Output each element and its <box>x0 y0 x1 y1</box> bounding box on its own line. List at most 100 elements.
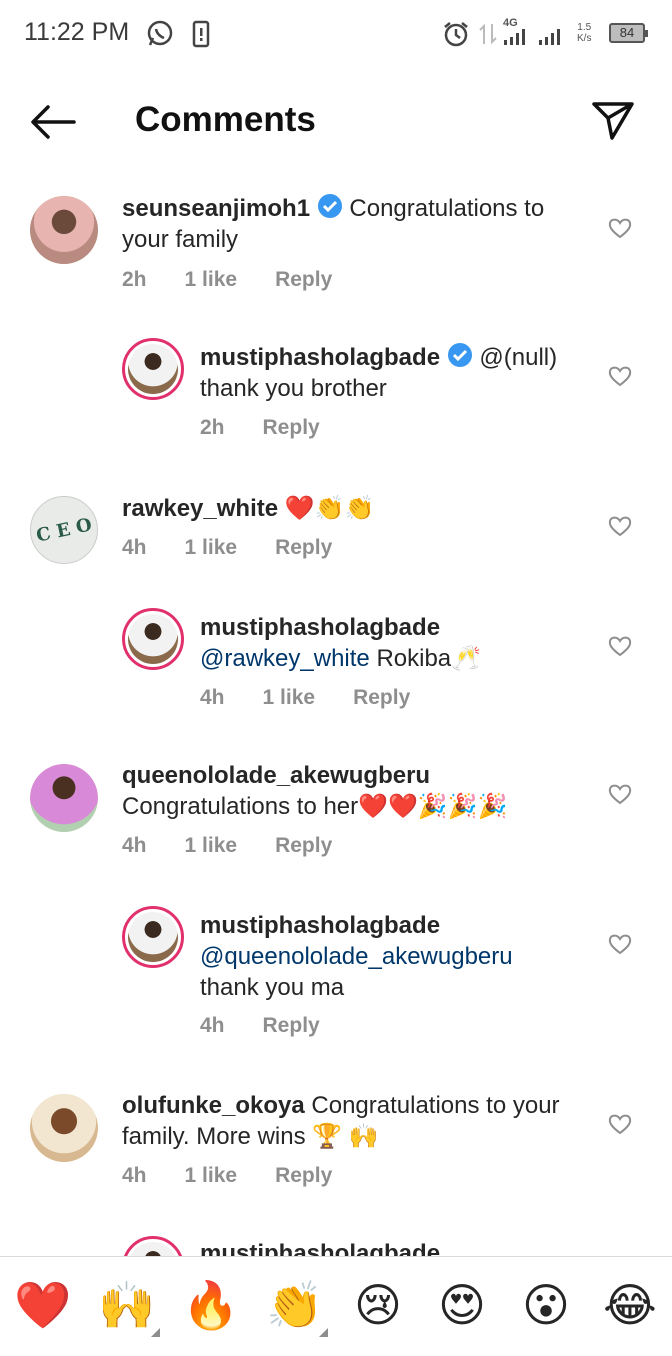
reaction-raising-hands-button[interactable]: 🙌 <box>98 1277 160 1337</box>
like-heart-icon[interactable] <box>608 933 632 955</box>
avatar[interactable] <box>122 1236 184 1256</box>
like-heart-icon[interactable] <box>608 217 632 239</box>
avatar[interactable] <box>122 608 184 670</box>
comment-username[interactable]: mustiphasholagbade <box>200 614 440 641</box>
like-heart-icon[interactable] <box>608 783 632 805</box>
comment-item: C E O rawkey_white ❤️👏👏 4h 1 like Reply <box>0 490 672 580</box>
comment-time: 4h <box>122 1164 147 1187</box>
back-arrow-icon[interactable] <box>30 104 76 140</box>
reply-button[interactable]: Reply <box>275 1164 332 1188</box>
like-heart-icon[interactable] <box>608 635 632 657</box>
reply-button[interactable]: Reply <box>275 536 332 560</box>
comment-username[interactable]: olufunke_okoya <box>122 1092 305 1119</box>
verified-badge-icon <box>447 343 472 367</box>
alarm-icon <box>444 22 468 47</box>
comment-text: mustiphasholagbade @rawkey_white Rokiba🥂 <box>200 612 595 674</box>
reaction-emoji: 👏 <box>266 1279 324 1331</box>
comment-item: queenololade_akewugberu Congratulations … <box>0 760 672 870</box>
comment-body: Congratulations to her❤️❤️🎉🎉🎉 <box>122 793 508 820</box>
network-speed-unit: K/s <box>577 33 592 44</box>
avatar[interactable]: C E O <box>30 496 98 564</box>
reaction-surprised-button[interactable]: 😮 <box>518 1277 574 1333</box>
comment-likes[interactable]: 1 like <box>185 536 238 560</box>
battery-icon: 84 <box>609 23 648 43</box>
reaction-clapping-button[interactable]: 👏 <box>266 1277 328 1337</box>
like-heart-icon[interactable] <box>608 515 632 537</box>
comment-username[interactable]: seunseanjimoh1 <box>122 195 310 222</box>
reply-button[interactable]: Reply <box>263 1014 320 1038</box>
skin-tone-indicator-icon <box>319 1328 328 1337</box>
comment-text: queenololade_akewugberu Congratulations … <box>122 760 592 822</box>
network-speed: 1.5 K/s <box>577 22 591 44</box>
like-heart-icon[interactable] <box>608 365 632 387</box>
skin-tone-indicator-icon <box>151 1328 160 1337</box>
avatar[interactable] <box>122 338 184 400</box>
comment-time: 2h <box>200 416 225 439</box>
reply-item: mustiphasholagbade @rawkey_white Rokiba🥂… <box>0 608 672 718</box>
comment-text: seunseanjimoh1 Congratulations to your f… <box>122 193 592 255</box>
comment-likes[interactable]: 1 like <box>185 1164 238 1188</box>
verified-badge-icon <box>317 194 342 218</box>
comment-username[interactable]: rawkey_white <box>122 495 278 522</box>
avatar[interactable] <box>122 906 184 968</box>
comment-meta: 4h 1 like Reply <box>200 686 448 710</box>
reaction-heart-eyes-button[interactable]: 😍 <box>434 1277 490 1333</box>
partial-reply-item: mustiphasholagbade <box>0 1225 672 1256</box>
like-heart-icon[interactable] <box>608 1113 632 1135</box>
comment-meta: 4h 1 like Reply <box>122 834 370 858</box>
signal-strength-2-icon <box>539 29 560 45</box>
reaction-emoji: 🙌 <box>98 1279 156 1331</box>
comment-item: olufunke_okoya Congratulations to your f… <box>0 1090 672 1200</box>
comment-text: rawkey_white ❤️👏👏 <box>122 493 592 524</box>
comment-username[interactable]: mustiphasholagbade <box>200 344 440 371</box>
comment-body: Rokiba🥂 <box>376 645 482 672</box>
direct-message-send-icon[interactable] <box>590 98 636 144</box>
comment-mention[interactable]: @rawkey_white <box>200 645 370 672</box>
reaction-heart-button[interactable]: ❤️ <box>14 1277 71 1333</box>
reply-button[interactable]: Reply <box>275 834 332 858</box>
comment-time: 4h <box>122 536 147 559</box>
reply-item: mustiphasholagbade @queenololade_akewugb… <box>0 906 672 1046</box>
comment-mention[interactable]: @queenololade_akewugberu <box>200 943 513 970</box>
page-title: Comments <box>135 100 316 139</box>
comment-likes[interactable]: 1 like <box>185 268 238 292</box>
reply-button[interactable]: Reply <box>353 686 410 710</box>
comment-username[interactable]: mustiphasholagbade <box>200 1240 440 1256</box>
comment-time: 4h <box>200 686 225 709</box>
comment-likes[interactable]: 1 like <box>263 686 316 710</box>
sim-card-icon <box>192 20 210 48</box>
avatar[interactable] <box>30 196 98 264</box>
avatar-ceo-text: C E O <box>34 513 94 547</box>
comment-username[interactable]: queenololade_akewugberu <box>122 762 430 789</box>
comment-time: 4h <box>122 834 147 857</box>
reply-button[interactable]: Reply <box>263 416 320 440</box>
comment-text: mustiphasholagbade @queenololade_akewugb… <box>200 910 595 1003</box>
signal-strength-icon <box>504 29 525 45</box>
comment-time: 2h <box>122 268 147 291</box>
quick-reaction-bar: ❤️ 🙌 🔥 👏 😢 😍 😮 😂 <box>0 1256 672 1356</box>
reaction-fire-button[interactable]: 🔥 <box>182 1277 239 1333</box>
reaction-laughing-button[interactable]: 😂 <box>602 1277 658 1333</box>
status-time: 11:22 PM <box>24 18 130 46</box>
comment-body: ❤️👏👏 <box>284 495 375 522</box>
comment-meta: 4h 1 like Reply <box>122 536 370 560</box>
comment-likes[interactable]: 1 like <box>185 834 238 858</box>
comment-meta: 4h Reply <box>200 1014 358 1038</box>
comment-text: mustiphasholagbade @(null) thank you bro… <box>200 342 595 404</box>
status-bar: 11:22 PM 4G 1.5 K/s 84 <box>0 0 672 68</box>
comment-text: olufunke_okoya Congratulations to your f… <box>122 1090 592 1152</box>
data-transfer-icon <box>479 23 497 45</box>
network-speed-value: 1.5 <box>577 22 592 33</box>
reaction-crying-button[interactable]: 😢 <box>350 1277 406 1333</box>
comment-time: 4h <box>200 1014 225 1037</box>
comment-meta: 2h 1 like Reply <box>122 268 370 292</box>
comment-meta: 4h 1 like Reply <box>122 1164 370 1188</box>
whatsapp-icon <box>147 20 173 46</box>
comment-item: seunseanjimoh1 Congratulations to your f… <box>0 190 672 310</box>
avatar[interactable] <box>30 764 98 832</box>
reply-button[interactable]: Reply <box>275 268 332 292</box>
comment-username[interactable]: mustiphasholagbade <box>200 912 440 939</box>
avatar[interactable] <box>30 1094 98 1162</box>
comment-text: mustiphasholagbade <box>200 1238 440 1256</box>
reply-item: mustiphasholagbade @(null) thank you bro… <box>0 338 672 448</box>
